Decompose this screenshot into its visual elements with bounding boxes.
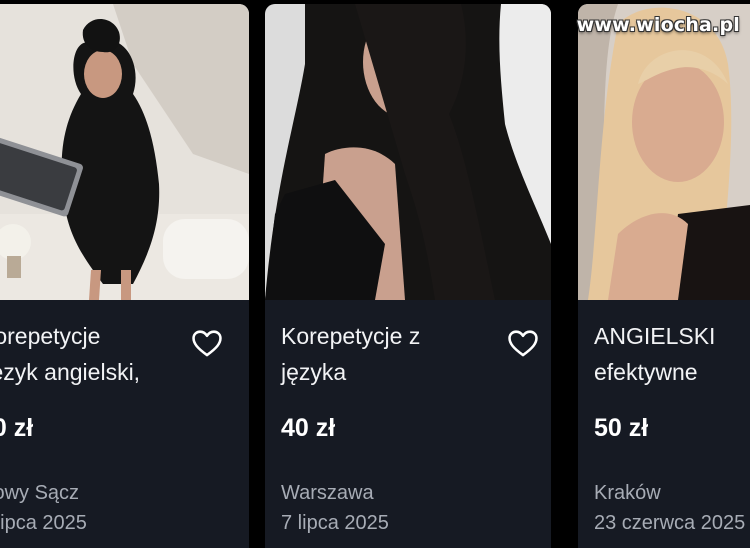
listing-price: 50 zł <box>594 414 649 442</box>
listing-price: 50 zł <box>0 414 34 442</box>
listing-card[interactable]: Korepetycje z języka 40 zł Warszawa 7 li… <box>265 4 551 548</box>
listing-date: 7 lipca 2025 <box>0 512 87 534</box>
listing-title[interactable]: Korepetycje z języka <box>281 318 491 390</box>
listing-title[interactable]: Korepetycje Język angielski, <box>0 318 189 390</box>
watermark-logo: www.wiocha.pl <box>576 14 740 36</box>
listing-date: 7 lipca 2025 <box>281 512 389 534</box>
heart-outline-icon[interactable] <box>506 326 540 360</box>
listing-photo[interactable] <box>0 4 249 300</box>
listing-price: 40 zł <box>281 414 336 442</box>
listing-location: Nowy Sącz <box>0 482 80 504</box>
listing-location: Kraków <box>594 482 661 504</box>
listing-photo[interactable] <box>578 4 750 300</box>
listing-date: 23 czerwca 2025 <box>594 512 746 534</box>
listing-title[interactable]: ANGIELSKI efektywne <box>594 318 750 390</box>
listing-location: Warszawa <box>281 482 374 504</box>
listing-photo[interactable] <box>265 4 551 300</box>
heart-outline-icon[interactable] <box>190 326 224 360</box>
listing-card[interactable]: Korepetycje Język angielski, 50 zł Nowy … <box>0 4 249 548</box>
listing-card[interactable]: ANGIELSKI efektywne 50 zł Kraków 23 czer… <box>578 4 750 548</box>
listing-carousel: Korepetycje Język angielski, 50 zł Nowy … <box>0 0 750 548</box>
